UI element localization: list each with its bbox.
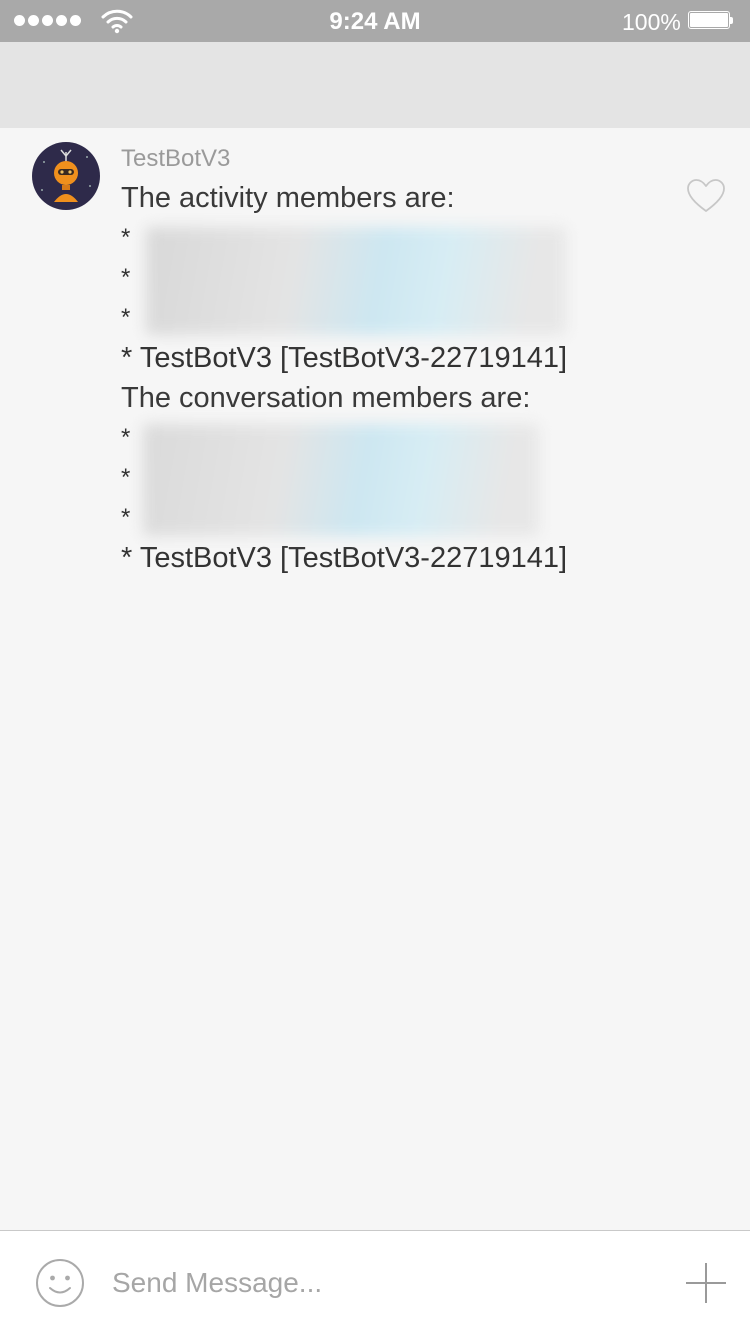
message-line: The activity members are: (121, 182, 455, 214)
bot-avatar-icon[interactable] (32, 142, 100, 210)
heart-outline-icon[interactable] (686, 178, 726, 214)
chat-area[interactable]: TestBotV3 The activity members are: * * … (0, 128, 750, 1230)
message-input[interactable] (112, 1259, 652, 1307)
message-line: The conversation members are: (121, 382, 531, 414)
sender-name: TestBotV3 (121, 145, 231, 172)
message-line: * TestBotV3 [TestBotV3-22719141] (121, 542, 568, 574)
redacted-member-block (143, 424, 539, 536)
message-body: The activity members are: * * * * TestBo… (121, 178, 661, 578)
message-line: * TestBotV3 [TestBotV3-22719141] (121, 342, 568, 374)
smiley-icon[interactable] (34, 1257, 86, 1309)
status-bar: 9:24 AM 100% (0, 0, 750, 42)
battery-icon (688, 11, 734, 31)
battery-percent: 100% (622, 9, 681, 35)
redacted-member-block (146, 227, 566, 335)
nav-bar (0, 42, 750, 128)
plus-icon[interactable] (684, 1261, 728, 1305)
message-composer (0, 1230, 750, 1334)
